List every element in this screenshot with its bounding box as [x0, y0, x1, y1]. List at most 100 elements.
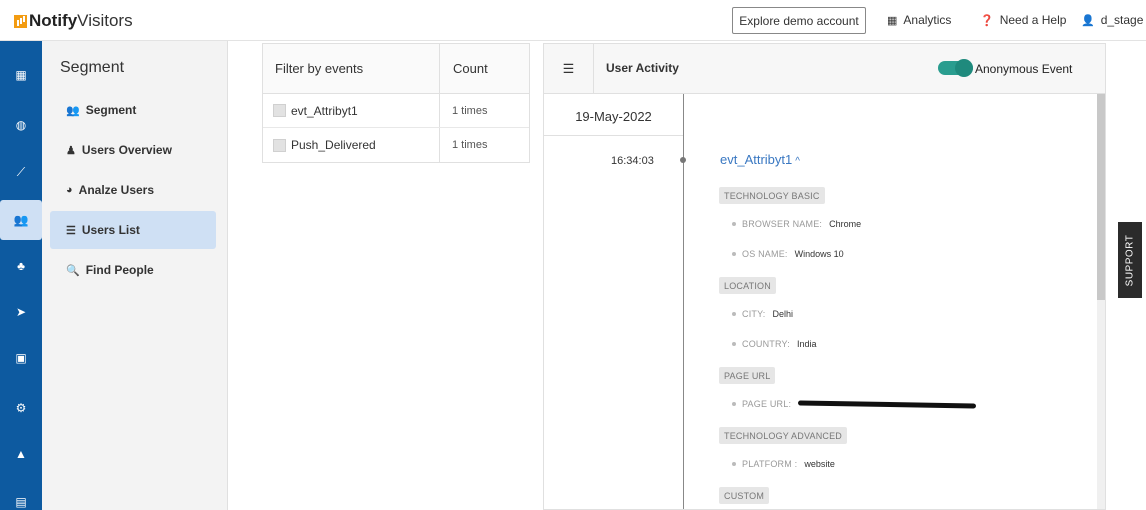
search-icon: 🔍	[66, 264, 80, 277]
prop-key: PLATFORM :	[742, 459, 798, 469]
scrollbar-thumb[interactable]	[1097, 94, 1105, 300]
line-chart-icon: ⟋	[16, 164, 26, 179]
brand-name-bold: Notify	[29, 11, 78, 30]
section-technology-advanced: TECHNOLOGY ADVANCED	[719, 427, 847, 444]
rail-sitemap[interactable]: ♣	[0, 246, 42, 286]
help-link[interactable]: ❓ Need a Help	[980, 13, 1066, 27]
sidebar-item-analyze-users[interactable]: ◕ Analze Users	[50, 171, 216, 209]
section-location: LOCATION	[719, 277, 776, 294]
activity-title: User Activity	[606, 61, 679, 75]
icon-rail: ▦ ◍ ⟋ 👥 ♣ ➤ ▣ ⚙ ▲ ▤	[0, 41, 42, 510]
section-technology-basic: TECHNOLOGY BASIC	[719, 187, 825, 204]
support-tab[interactable]: SUPPORT	[1118, 222, 1142, 298]
rail-report[interactable]: ▣	[0, 338, 42, 378]
prop-key: BROWSER NAME:	[742, 219, 823, 229]
rail-analytics[interactable]: ⟋	[0, 152, 42, 192]
bullet-icon	[732, 222, 736, 226]
sidebar-item-find-people[interactable]: 🔍 Find People	[50, 251, 216, 289]
grid-icon: ▦	[15, 68, 27, 82]
prop-value: Windows 10	[794, 249, 844, 259]
activity-date: 19-May-2022	[544, 94, 683, 136]
brand-logo[interactable]: Notify Visitors	[14, 11, 133, 31]
prop-value: website	[804, 459, 835, 469]
prop-browser-name: BROWSER NAME: Chrome	[732, 219, 861, 229]
prop-city: CITY: Delhi	[732, 309, 793, 319]
event-name: Push_Delivered	[291, 138, 376, 152]
table-row[interactable]: evt_Attribyt1 1 times	[263, 94, 529, 128]
chevron-up-icon: ^	[795, 156, 800, 167]
prop-key: CITY:	[742, 309, 766, 319]
analytics-link[interactable]: ▦ Analytics	[887, 13, 951, 27]
rail-grid[interactable]: ▦	[0, 55, 42, 95]
sidebar-item-label: Find People	[85, 263, 154, 277]
prop-key: PAGE URL:	[742, 399, 792, 409]
prop-key: COUNTRY:	[742, 339, 790, 349]
sidebar-item-label: Users List	[81, 223, 140, 237]
prop-page-url: PAGE URL:	[732, 399, 977, 409]
column-header-event: Filter by events	[263, 44, 440, 93]
sitemap-icon: ♣	[17, 259, 25, 273]
prop-key: OS NAME:	[742, 249, 788, 259]
sidebar-item-segment[interactable]: 👥 Segment	[50, 91, 216, 129]
bullet-icon	[732, 342, 736, 346]
event-cell: Push_Delivered	[263, 128, 440, 162]
prop-platform: PLATFORM : website	[732, 459, 835, 469]
prop-country: COUNTRY: India	[732, 339, 816, 349]
dashboard-icon: ◍	[15, 118, 27, 132]
segment-sidebar: Segment 👥 Segment ♟ Users Overview ◕ Ana…	[42, 41, 228, 510]
event-cell: evt_Attribyt1	[263, 94, 440, 127]
event-checkbox[interactable]	[273, 138, 286, 152]
count-cell: 1 times	[452, 139, 488, 151]
explore-demo-button[interactable]: Explore demo account	[732, 7, 866, 34]
bullet-icon	[732, 312, 736, 316]
user-activity-panel: ☰ User Activity Anonymous Event 19-May-2…	[543, 43, 1106, 510]
section-page-url: PAGE URL	[719, 367, 776, 384]
users-icon: 👥	[66, 104, 80, 117]
event-checkbox[interactable]	[273, 104, 286, 117]
help-label: Need a Help	[999, 13, 1067, 27]
timeline-date-column: 19-May-2022 16:34:03	[544, 94, 684, 509]
prop-value: Delhi	[772, 309, 794, 319]
table-header: Filter by events Count	[263, 44, 529, 94]
warning-icon: ▲	[15, 447, 27, 461]
user-menu[interactable]: 👤 d_stage	[1081, 13, 1143, 27]
top-bar: Notify Visitors Explore demo account ▦ A…	[0, 0, 1146, 41]
report-icon: ▣	[15, 351, 27, 365]
sidebar-item-label: Segment	[85, 103, 137, 117]
username-label: d_stage	[1100, 13, 1144, 27]
question-circle-icon: ❓	[980, 14, 994, 27]
filter-events-table: Filter by events Count evt_Attribyt1 1 t…	[262, 43, 530, 163]
rail-users[interactable]: 👥	[0, 200, 42, 240]
pie-chart-icon: ◕	[66, 184, 73, 196]
table-row[interactable]: Push_Delivered 1 times	[263, 128, 529, 162]
rail-send[interactable]: ➤	[0, 292, 42, 332]
sidebar-item-users-list[interactable]: ☰ Users List	[50, 211, 216, 249]
bullet-icon	[732, 462, 736, 466]
grid-icon: ▦	[887, 14, 898, 27]
document-icon: ▤	[15, 495, 27, 509]
rail-document[interactable]: ▤	[0, 482, 42, 510]
sidebar-item-label: Analze Users	[78, 183, 155, 197]
section-custom: CUSTOM	[719, 487, 770, 504]
count-cell: 1 times	[452, 104, 488, 117]
list-menu-icon[interactable]: ☰	[544, 44, 594, 93]
event-time: 16:34:03	[611, 155, 654, 167]
users-icon: 👥	[13, 213, 29, 227]
list-icon: ☰	[66, 224, 76, 237]
rail-dashboard[interactable]: ◍	[0, 105, 42, 145]
sidebar-title: Segment	[60, 59, 125, 76]
analytics-label: Analytics	[903, 13, 952, 27]
prop-os-name: OS NAME: Windows 10	[732, 249, 844, 259]
support-label: SUPPORT	[1124, 234, 1136, 286]
activity-scrollbar[interactable]	[1097, 94, 1105, 509]
rail-alerts[interactable]: ▲	[0, 434, 42, 474]
redacted-url	[798, 399, 977, 409]
column-header-count: Count	[453, 61, 488, 76]
event-title-toggle[interactable]: evt_Attribyt1 ^	[720, 152, 800, 167]
rail-settings[interactable]: ⚙	[0, 388, 42, 428]
event-name: evt_Attribyt1	[291, 103, 358, 118]
brand-name-light: Visitors	[77, 11, 133, 30]
activity-header: ☰ User Activity Anonymous Event	[544, 44, 1105, 94]
sidebar-item-users-overview[interactable]: ♟ Users Overview	[50, 131, 216, 169]
anonymous-event-toggle[interactable]	[938, 59, 973, 77]
